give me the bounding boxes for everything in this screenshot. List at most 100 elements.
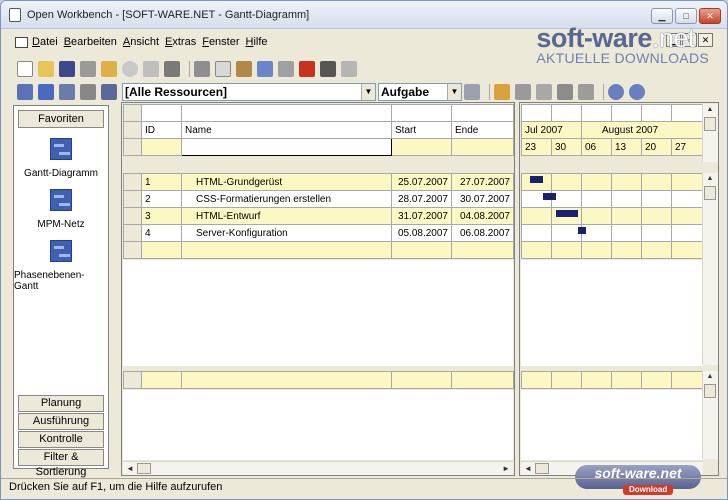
- scroll-thumb[interactable]: [704, 384, 716, 398]
- maximize-button[interactable]: □: [675, 8, 697, 24]
- zoom-in-icon[interactable]: [608, 84, 624, 100]
- scroll-right-icon[interactable]: ►: [502, 462, 510, 476]
- table-row[interactable]: 2 CSS-Formatierungen erstellen 28.07.200…: [123, 190, 514, 208]
- resource-filter-select[interactable]: [Alle Ressourcen] ▼: [122, 83, 376, 101]
- gantt-bottom-vertical-scrollbar[interactable]: ▲: [702, 371, 718, 459]
- split-task-icon[interactable]: [536, 84, 552, 100]
- table-row-empty[interactable]: [123, 371, 514, 389]
- column-header-start[interactable]: Start: [391, 121, 452, 139]
- outline-icon[interactable]: [80, 84, 96, 100]
- grid-horizontal-scrollbar[interactable]: ◄ ►: [123, 461, 513, 475]
- column-header-end[interactable]: Ende: [451, 121, 514, 139]
- find-icon[interactable]: [320, 61, 336, 77]
- print-icon[interactable]: [80, 61, 96, 77]
- delete-icon[interactable]: [299, 61, 315, 77]
- gantt-vertical-scrollbar[interactable]: ▲: [702, 173, 718, 365]
- task-end[interactable]: 27.07.2007: [451, 173, 514, 191]
- timescale-day: 13: [611, 138, 642, 156]
- menu-datei[interactable]: Datei: [32, 36, 58, 48]
- task-name[interactable]: CSS-Formatierungen erstellen: [181, 190, 392, 208]
- scroll-up-icon[interactable]: ▲: [703, 371, 717, 383]
- list-icon[interactable]: [164, 61, 180, 77]
- task-start[interactable]: 05.08.2007: [391, 224, 452, 242]
- column-header-name[interactable]: Name: [181, 121, 392, 139]
- link-tasks-icon[interactable]: [494, 84, 510, 100]
- print-preview-icon[interactable]: [122, 61, 138, 77]
- layout-icon[interactable]: [101, 84, 117, 100]
- header-edit-cell[interactable]: [181, 138, 392, 156]
- open-folder-icon[interactable]: [38, 61, 54, 77]
- task-name[interactable]: HTML-Entwurf: [181, 207, 392, 225]
- table-row[interactable]: 1 HTML-Grundgerüst 25.07.2007 27.07.2007: [123, 173, 514, 191]
- tab-ausfuehrung[interactable]: Ausführung: [18, 413, 104, 430]
- resource-icon[interactable]: [17, 84, 33, 100]
- table-row[interactable]: 3 HTML-Entwurf 31.07.2007 04.08.2007: [123, 207, 514, 225]
- menu-bearbeiten[interactable]: Bearbeiten: [64, 36, 117, 48]
- sidebar-tool-phase-gantt[interactable]: Phasenebenen-Gantt: [14, 240, 108, 292]
- save-icon[interactable]: [59, 61, 75, 77]
- table-row[interactable]: 4 Server-Konfiguration 05.08.2007 06.08.…: [123, 224, 514, 242]
- tab-filter-sortierung[interactable]: Filter & Sortierung: [18, 449, 104, 478]
- scroll-up-icon[interactable]: ▲: [703, 104, 717, 116]
- mdi-restore-button[interactable]: ▫: [682, 33, 697, 47]
- mdi-minimize-button[interactable]: ▁: [666, 33, 681, 47]
- scroll-thumb[interactable]: [704, 117, 716, 131]
- sidebar-tool-mpm[interactable]: MPM-Netz: [14, 189, 108, 230]
- menu-ansicht[interactable]: Ansicht: [123, 36, 159, 48]
- status-bar: Drücken Sie auf F1, um die Hilfe aufzuru…: [1, 478, 727, 499]
- task-start[interactable]: 31.07.2007: [391, 207, 452, 225]
- scroll-up-icon[interactable]: ▲: [703, 173, 717, 185]
- task-name[interactable]: Server-Konfiguration: [181, 224, 392, 242]
- close-button[interactable]: ✕: [699, 8, 721, 24]
- task-name[interactable]: HTML-Grundgerüst: [181, 173, 392, 191]
- task-type-select[interactable]: Aufgabe ▼: [378, 83, 462, 101]
- scroll-thumb[interactable]: [704, 186, 716, 200]
- copy-icon[interactable]: [215, 61, 231, 77]
- scroll-left-icon[interactable]: ◄: [126, 462, 134, 476]
- sidebar-header[interactable]: Favoriten: [18, 110, 104, 128]
- column-header-id[interactable]: ID: [141, 121, 182, 139]
- calendar-icon[interactable]: [59, 84, 75, 100]
- task-info-icon[interactable]: [557, 84, 573, 100]
- new-file-icon[interactable]: [17, 61, 33, 77]
- menu-extras[interactable]: Extras: [165, 36, 196, 48]
- paste-icon[interactable]: [236, 61, 252, 77]
- menu-hilfe[interactable]: Hilfe: [246, 36, 268, 48]
- chevron-down-icon[interactable]: ▼: [361, 84, 375, 100]
- task-start[interactable]: 25.07.2007: [391, 173, 452, 191]
- table-icon[interactable]: [38, 84, 54, 100]
- gantt-bar-task-3[interactable]: [556, 210, 578, 217]
- gantt-top-vertical-scrollbar[interactable]: ▲: [702, 104, 718, 162]
- mdi-close-button[interactable]: ✕: [698, 33, 713, 47]
- gantt-resource-rows: [521, 371, 704, 389]
- properties-icon[interactable]: [143, 61, 159, 77]
- document-icon[interactable]: [15, 36, 28, 48]
- folder-icon[interactable]: [101, 61, 117, 77]
- notes-icon[interactable]: [578, 84, 594, 100]
- gantt-bar-task-4[interactable]: [578, 227, 586, 234]
- minimize-button[interactable]: ▁: [651, 8, 673, 24]
- filter-icon[interactable]: [464, 84, 480, 100]
- unlink-tasks-icon[interactable]: [515, 84, 531, 100]
- gantt-bar-task-2[interactable]: [543, 193, 556, 200]
- menu-fenster[interactable]: Fenster: [202, 36, 239, 48]
- cut-icon[interactable]: [194, 61, 210, 77]
- scroll-thumb[interactable]: [137, 463, 151, 474]
- chevron-down-icon[interactable]: ▼: [447, 84, 461, 100]
- tab-kontrolle[interactable]: Kontrolle: [18, 431, 104, 448]
- scroll-left-icon[interactable]: ◄: [524, 462, 532, 476]
- task-end[interactable]: 30.07.2007: [451, 190, 514, 208]
- task-start[interactable]: 28.07.2007: [391, 190, 452, 208]
- grid-icon[interactable]: [341, 61, 357, 77]
- task-end[interactable]: 06.08.2007: [451, 224, 514, 242]
- undo-icon[interactable]: [257, 61, 273, 77]
- sidebar-tool-gantt[interactable]: Gantt-Diagramm: [14, 138, 108, 179]
- indent-icon[interactable]: [278, 61, 294, 77]
- tab-planung[interactable]: Planung: [18, 395, 104, 412]
- zoom-out-icon[interactable]: [629, 84, 645, 100]
- resource-table-blank: [123, 390, 513, 460]
- table-row-empty[interactable]: [123, 241, 514, 259]
- scroll-thumb[interactable]: [535, 463, 549, 474]
- gantt-bar-task-1[interactable]: [530, 176, 543, 183]
- task-end[interactable]: 04.08.2007: [451, 207, 514, 225]
